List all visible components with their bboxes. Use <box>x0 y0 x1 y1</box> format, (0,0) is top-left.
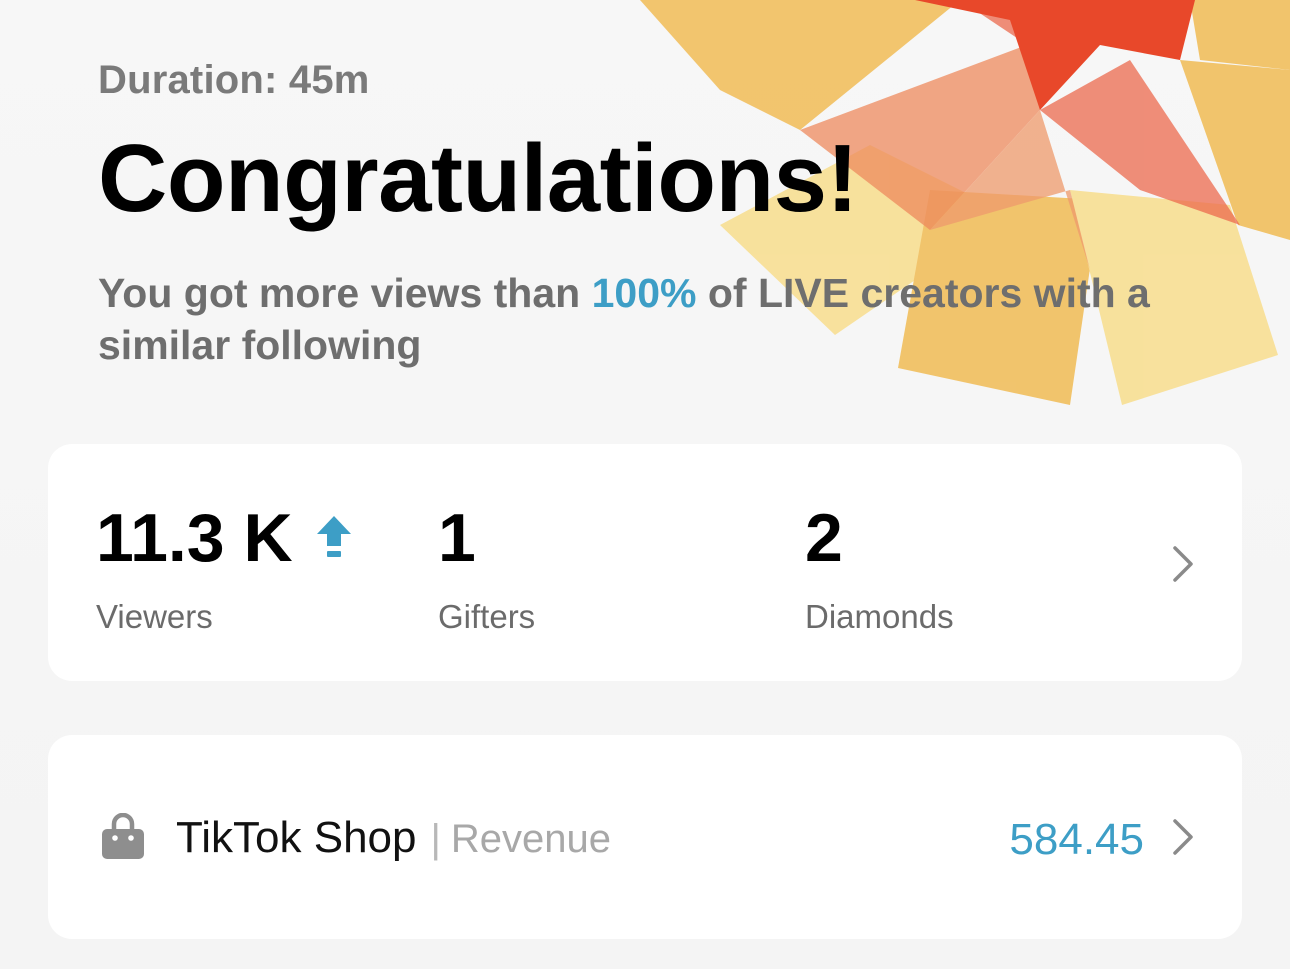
revenue-amount: 584.45 <box>1009 815 1144 864</box>
viewers-label: Viewers <box>96 598 213 635</box>
page-title: Congratulations! <box>98 125 858 232</box>
tiktok-shop-revenue-row[interactable]: TikTok Shop | Revenue 584.45 <box>48 735 1242 939</box>
stat-viewers: 11.3 K Viewers <box>96 504 353 636</box>
diamonds-label: Diamonds <box>805 598 954 635</box>
shop-separator: | <box>430 817 441 861</box>
gifters-value: 1 <box>438 500 476 576</box>
summary-header: Duration: 45m Congratulations! You got m… <box>98 58 1198 371</box>
chevron-right-icon[interactable] <box>1170 817 1196 857</box>
percentile-highlight: 100% <box>591 270 697 316</box>
shopping-bag-icon <box>102 813 144 859</box>
chevron-right-icon[interactable] <box>1170 544 1196 584</box>
revenue-label: Revenue <box>450 817 611 861</box>
duration-label: Duration: 45m <box>98 58 370 102</box>
summary-text-start: You got more views than <box>98 270 592 316</box>
gifters-label: Gifters <box>438 598 536 635</box>
stats-card[interactable]: 11.3 K Viewers 1 Gifters 2 Diamonds <box>48 444 1242 681</box>
stat-diamonds: 2 Diamonds <box>805 504 954 636</box>
stat-gifters: 1 Gifters <box>438 504 535 636</box>
shop-name: TikTok Shop <box>176 813 417 862</box>
viewers-value: 11.3 K <box>96 500 293 576</box>
diamonds-value: 2 <box>805 500 843 576</box>
live-summary-screen: Duration: 45m Congratulations! You got m… <box>0 0 1290 969</box>
performance-summary: You got more views than 100% of LIVE cre… <box>98 267 1198 371</box>
arrow-up-icon <box>316 516 351 557</box>
